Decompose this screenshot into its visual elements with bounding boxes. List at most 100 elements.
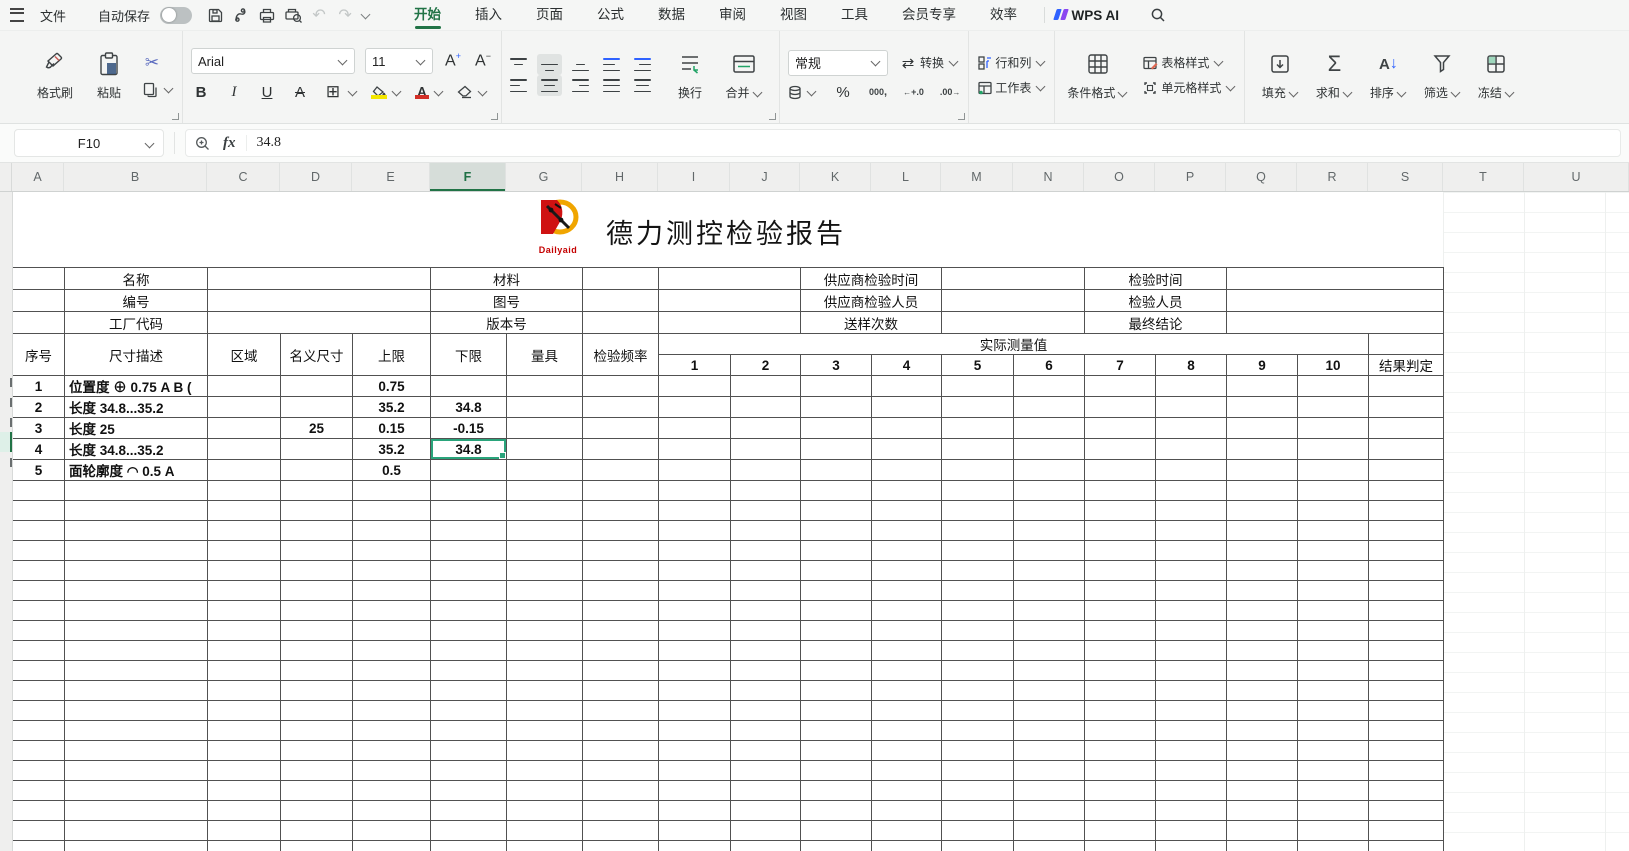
info-label-supplier-time[interactable]: 供应商检验时间	[801, 268, 942, 290]
conditional-format-button[interactable]: 条件格式	[1063, 47, 1132, 103]
tab-insert[interactable]: 插入	[458, 0, 519, 30]
header-m1[interactable]: 1	[659, 355, 731, 376]
info-label-inspect-time[interactable]: 检验时间	[1085, 268, 1227, 290]
info-label-material[interactable]: 材料	[431, 268, 583, 290]
info-label-sample-times[interactable]: 送样次数	[801, 312, 942, 334]
column-header-H[interactable]: H	[582, 163, 658, 191]
wps-ai-button[interactable]: WPS AI	[1055, 8, 1119, 23]
fill-color-button[interactable]	[371, 86, 402, 99]
column-header-P[interactable]: P	[1155, 163, 1226, 191]
borders-button[interactable]: ⊞	[323, 82, 358, 102]
header-lower[interactable]: 下限	[431, 334, 507, 376]
header-desc[interactable]: 尺寸描述	[65, 334, 208, 376]
sum-button[interactable]: Σ 求和	[1307, 47, 1361, 103]
info-label-number[interactable]: 编号	[65, 290, 208, 312]
info-value-material[interactable]	[583, 268, 659, 290]
tab-membership[interactable]: 会员专享	[885, 0, 973, 30]
column-header-F[interactable]: F	[430, 163, 506, 191]
align-middle-icon[interactable]	[537, 54, 562, 75]
column-header-M[interactable]: M	[941, 163, 1013, 191]
tab-review[interactable]: 审阅	[702, 0, 763, 30]
header-m6[interactable]: 6	[1014, 355, 1085, 376]
align-center-icon[interactable]	[537, 75, 562, 96]
info-value-inspect-time[interactable]	[1227, 268, 1444, 290]
search-icon[interactable]	[1145, 4, 1171, 26]
header-nominal[interactable]: 名义尺寸	[281, 334, 353, 376]
cell-style-button[interactable]: 单元格样式	[1142, 79, 1236, 96]
decrease-decimal-icon[interactable]: .00→	[940, 87, 961, 97]
freeze-button[interactable]: 冻结	[1469, 47, 1523, 103]
print-preview-icon[interactable]	[280, 4, 306, 26]
paste-button[interactable]: 粘贴	[82, 47, 136, 103]
export-icon[interactable]	[228, 4, 254, 26]
sort-button[interactable]: A↓ 排序	[1361, 47, 1415, 103]
redo-icon[interactable]: ↷	[332, 4, 358, 26]
header-result[interactable]: 结果判定	[1369, 355, 1444, 376]
underline-button[interactable]: U	[257, 84, 277, 101]
dialog-launcher-icon[interactable]	[172, 113, 179, 120]
header-m8[interactable]: 8	[1156, 355, 1227, 376]
header-m2[interactable]: 2	[731, 355, 801, 376]
undo-icon[interactable]: ↶	[306, 4, 332, 26]
header-upper[interactable]: 上限	[353, 334, 431, 376]
quickbar-more-icon[interactable]	[361, 9, 371, 19]
header-m10[interactable]: 10	[1298, 355, 1369, 376]
distributed-icon[interactable]	[634, 79, 651, 92]
header-m9[interactable]: 9	[1227, 355, 1298, 376]
row-headers[interactable]	[0, 192, 13, 851]
header-no[interactable]: 序号	[13, 334, 65, 376]
strikethrough-button[interactable]: A	[290, 84, 310, 101]
name-box-dropdown-icon[interactable]	[145, 139, 155, 149]
currency-button[interactable]	[788, 85, 817, 100]
column-header-D[interactable]: D	[280, 163, 352, 191]
dialog-launcher-icon[interactable]	[958, 113, 965, 120]
align-top-icon[interactable]	[510, 58, 527, 71]
info-label-name[interactable]: 名称	[65, 268, 208, 290]
column-header-A[interactable]: A	[12, 163, 64, 191]
align-bottom-icon[interactable]	[572, 58, 589, 71]
info-label-drawing[interactable]: 图号	[431, 290, 583, 312]
number-format-select[interactable]: 常规	[788, 50, 888, 76]
column-header-U[interactable]: U	[1524, 163, 1629, 191]
shrink-font-icon[interactable]: A−	[473, 51, 493, 70]
autosave-toggle[interactable]	[160, 7, 192, 24]
decrease-indent-icon[interactable]	[603, 58, 620, 71]
save-icon[interactable]	[202, 4, 228, 26]
formula-input[interactable]: fx 34.8	[185, 129, 1621, 157]
column-header-N[interactable]: N	[1013, 163, 1084, 191]
table-style-button[interactable]: 表格样式	[1142, 54, 1236, 71]
tab-tools[interactable]: 工具	[824, 0, 885, 30]
header-m7[interactable]: 7	[1085, 355, 1156, 376]
align-right-icon[interactable]	[572, 79, 589, 92]
percent-icon[interactable]: %	[833, 84, 853, 101]
wrap-text-button[interactable]: 换行	[663, 47, 717, 103]
column-header-K[interactable]: K	[800, 163, 871, 191]
column-header-J[interactable]: J	[730, 163, 800, 191]
dimension-desc[interactable]: 长度 34.8...35.2	[65, 397, 208, 418]
tab-data[interactable]: 数据	[641, 0, 702, 30]
header-frequency[interactable]: 检验频率	[583, 334, 659, 376]
dimension-desc[interactable]: 位置度 ⊕ 0.75 A B (	[65, 376, 208, 397]
info-value-name[interactable]	[208, 268, 431, 290]
header-measurements-group[interactable]: 实际测量值	[659, 334, 1369, 355]
print-icon[interactable]	[254, 4, 280, 26]
column-header-B[interactable]: B	[64, 163, 207, 191]
header-area[interactable]: 区域	[208, 334, 281, 376]
clear-format-button[interactable]	[457, 85, 488, 99]
header-gauge[interactable]: 量具	[507, 334, 583, 376]
dimension-desc[interactable]: 面轮廓度 ◠ 0.5 A	[65, 460, 208, 481]
app-menu-icon[interactable]	[10, 8, 24, 22]
rows-columns-button[interactable]: 行和列	[977, 54, 1046, 71]
worksheet-button[interactable]: 工作表	[977, 79, 1046, 96]
header-m4[interactable]: 4	[872, 355, 942, 376]
tab-home[interactable]: 开始	[397, 0, 458, 30]
info-label-inspector[interactable]: 检验人员	[1085, 290, 1227, 312]
bold-button[interactable]: B	[191, 84, 211, 101]
format-painter-button[interactable]: 格式刷	[28, 47, 82, 103]
increase-decimal-icon[interactable]: ←+.0	[903, 87, 924, 97]
column-header-T[interactable]: T	[1443, 163, 1524, 191]
select-all-corner[interactable]	[0, 163, 12, 191]
zoom-formula-icon[interactable]	[194, 135, 211, 152]
font-color-button[interactable]: A	[415, 86, 444, 99]
dialog-launcher-icon[interactable]	[491, 113, 498, 120]
